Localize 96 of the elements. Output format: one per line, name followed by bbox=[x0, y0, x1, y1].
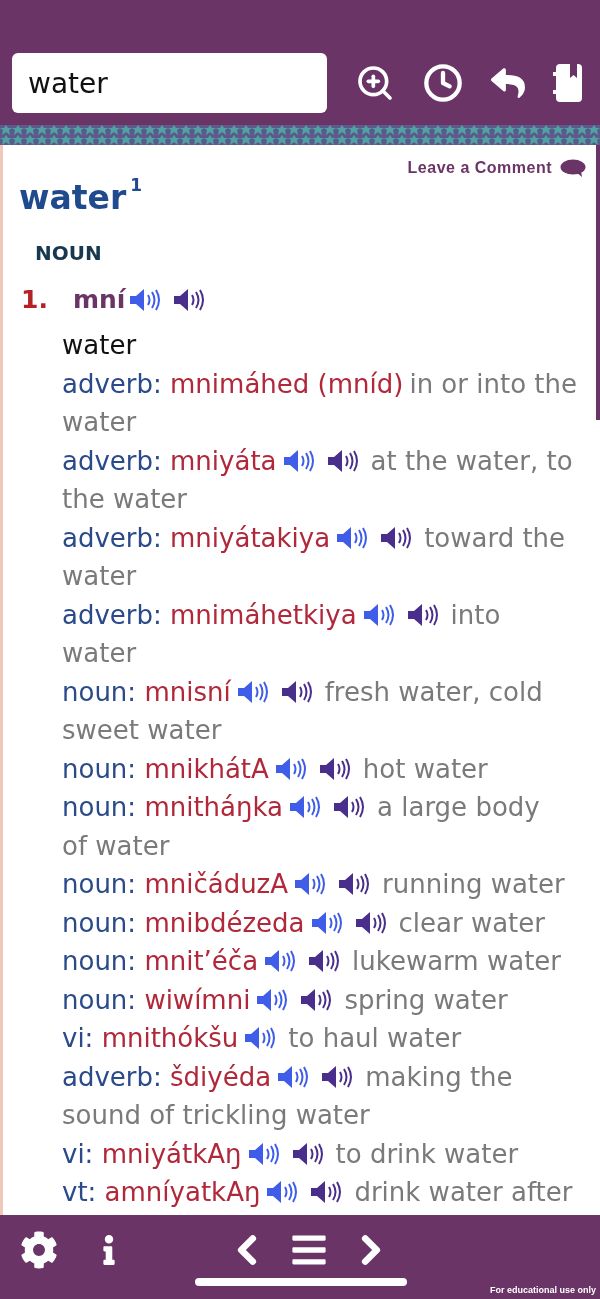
speaker-icon[interactable] bbox=[300, 987, 333, 1012]
lakota-word: amníyatkAŋ bbox=[104, 1177, 261, 1207]
settings-icon[interactable] bbox=[20, 1231, 58, 1269]
gloss: to drink water bbox=[335, 1138, 519, 1169]
gloss: at the water, to bbox=[370, 445, 573, 476]
gloss: making the bbox=[365, 1061, 513, 1092]
pos-label: adverb: bbox=[62, 445, 162, 476]
lakota-word: mnikhátA bbox=[144, 753, 269, 784]
pos-label: vi: bbox=[62, 1023, 94, 1053]
speaker-icon[interactable] bbox=[277, 1064, 310, 1089]
speaker-icon[interactable] bbox=[380, 525, 413, 550]
part-of-speech: NOUN bbox=[35, 241, 102, 265]
lakota-word: mniyátkAŋ bbox=[101, 1138, 242, 1169]
pos-label: noun: bbox=[62, 907, 137, 938]
speaker-icon[interactable] bbox=[266, 1180, 299, 1204]
speaker-icon[interactable] bbox=[129, 287, 162, 312]
scrollbar[interactable] bbox=[596, 145, 600, 420]
pos-label: adverb: bbox=[62, 368, 162, 399]
speaker-icon[interactable] bbox=[333, 795, 366, 819]
sense-number: 1. bbox=[21, 285, 49, 314]
gloss: a large body bbox=[377, 792, 540, 822]
speaker-icon[interactable] bbox=[274, 756, 307, 781]
footer-note: For educational use only bbox=[489, 1285, 596, 1295]
speaker-icon[interactable] bbox=[173, 287, 206, 312]
gloss: water bbox=[62, 638, 137, 668]
speaker-icon[interactable] bbox=[291, 1141, 324, 1166]
pos-label: adverb: bbox=[62, 1061, 162, 1092]
gloss: toward the bbox=[424, 522, 566, 553]
lakota-word: mniyáta bbox=[170, 445, 277, 476]
gloss: fresh water, cold bbox=[324, 676, 543, 707]
leave-comment-link[interactable]: Leave a Comment bbox=[407, 159, 552, 177]
lakota-word: mnit’éča bbox=[144, 946, 259, 976]
gloss: into bbox=[450, 599, 501, 630]
sense-gloss: water bbox=[62, 330, 137, 360]
gloss: of water bbox=[62, 830, 170, 861]
lakota-word: mní bbox=[73, 285, 126, 314]
lakota-word: mnithókšu bbox=[101, 1023, 239, 1053]
gloss: spring water bbox=[344, 984, 508, 1015]
entry-headword: water$^{1}$ bbox=[19, 178, 143, 217]
speaker-icon[interactable] bbox=[406, 602, 439, 627]
notebook-icon[interactable] bbox=[553, 63, 583, 103]
speaker-icon[interactable] bbox=[338, 872, 371, 896]
speaker-icon[interactable] bbox=[326, 448, 359, 473]
lakota-word: mnibdézeda bbox=[144, 907, 305, 938]
pos-label: vt: bbox=[62, 1177, 97, 1207]
speaker-icon[interactable] bbox=[308, 949, 341, 973]
pos-label: noun: bbox=[62, 792, 137, 822]
pos-label: noun: bbox=[62, 984, 137, 1015]
gloss: in or into the bbox=[409, 368, 577, 399]
pos-label: noun: bbox=[62, 753, 137, 784]
lakota-word: mnitháŋka bbox=[144, 792, 284, 822]
speaker-icon[interactable] bbox=[282, 448, 315, 473]
gloss: clear water bbox=[398, 907, 545, 938]
lakota-word: šdiyéda bbox=[170, 1061, 272, 1092]
speaker-icon[interactable] bbox=[294, 872, 327, 896]
speech-bubble-icon[interactable] bbox=[560, 159, 586, 177]
speaker-icon[interactable] bbox=[336, 525, 369, 550]
speaker-icon[interactable] bbox=[310, 910, 343, 935]
pos-label: noun: bbox=[62, 676, 137, 707]
gloss: water bbox=[62, 407, 137, 437]
speaker-icon[interactable] bbox=[354, 910, 387, 935]
speaker-icon[interactable] bbox=[256, 987, 289, 1012]
speaker-icon[interactable] bbox=[289, 795, 322, 819]
lakota-word: wiwímni bbox=[144, 984, 251, 1015]
speaker-icon[interactable] bbox=[362, 602, 395, 627]
clock-icon[interactable] bbox=[423, 63, 463, 103]
pos-label: adverb: bbox=[62, 522, 162, 553]
lakota-word: mnimáhetkiya bbox=[170, 599, 357, 630]
gloss: running water bbox=[382, 869, 565, 899]
pos-label: noun: bbox=[62, 869, 137, 899]
gloss: hot water bbox=[362, 753, 488, 784]
gloss: sound of trickling water bbox=[62, 1100, 370, 1130]
speaker-icon[interactable] bbox=[310, 1180, 343, 1204]
speaker-icon[interactable] bbox=[318, 756, 351, 781]
gloss: drink water after bbox=[354, 1177, 573, 1207]
pos-label: vi: bbox=[62, 1138, 94, 1169]
speaker-icon[interactable] bbox=[264, 949, 297, 973]
gloss: water bbox=[62, 561, 137, 591]
lakota-word: mnimáhed (mníd) bbox=[170, 368, 404, 399]
speaker-icon[interactable] bbox=[280, 679, 313, 704]
pos-label: adverb: bbox=[62, 599, 162, 630]
lakota-word: mnisní bbox=[144, 676, 231, 707]
speaker-icon[interactable] bbox=[321, 1064, 354, 1089]
gloss: lukewarm water bbox=[352, 946, 562, 976]
lakota-word: mniyátakiya bbox=[170, 522, 331, 553]
search-field[interactable]: water bbox=[12, 53, 327, 113]
gloss: sweet water bbox=[62, 715, 222, 745]
gloss: to haul water bbox=[288, 1023, 462, 1053]
speaker-icon[interactable] bbox=[247, 1141, 280, 1166]
lakota-word: mničáduzA bbox=[144, 869, 289, 899]
speaker-icon[interactable] bbox=[236, 679, 269, 704]
speaker-icon[interactable] bbox=[244, 1026, 277, 1050]
gloss: the water bbox=[62, 484, 187, 514]
pos-label: noun: bbox=[62, 946, 137, 976]
reply-icon[interactable] bbox=[491, 66, 525, 100]
zoom-in-icon[interactable] bbox=[355, 63, 395, 103]
